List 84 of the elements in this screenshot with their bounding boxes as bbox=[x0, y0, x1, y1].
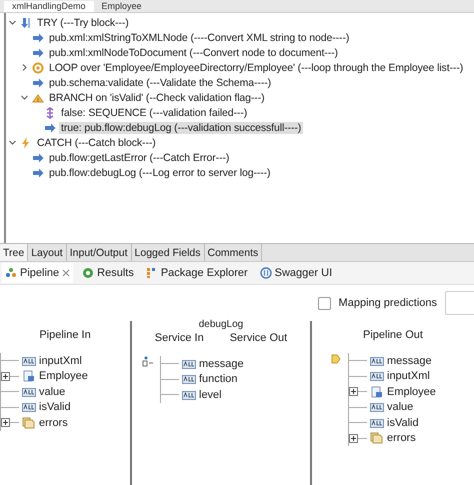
string-field-icon bbox=[370, 370, 384, 382]
pane-title: Service In bbox=[154, 332, 204, 344]
document-list-icon bbox=[370, 432, 384, 444]
expand-box-icon[interactable] bbox=[349, 387, 358, 396]
braces-icon bbox=[260, 267, 272, 279]
field-name[interactable]: inputXml bbox=[39, 354, 82, 367]
editor-tab[interactable]: xmlHandlingDemo bbox=[4, 1, 94, 12]
view-tab[interactable]: Pipeline bbox=[2, 263, 74, 283]
field-name[interactable]: errors bbox=[387, 432, 416, 444]
flow-step[interactable]: false: SEQUENCE (---validation failed---) bbox=[59, 106, 250, 118]
expand-box-icon[interactable] bbox=[349, 434, 358, 443]
field-name[interactable]: value bbox=[39, 386, 66, 398]
editor-tab[interactable]: Tree bbox=[0, 244, 28, 261]
down-arrow-icon bbox=[20, 16, 32, 28]
right-arrow-icon bbox=[32, 32, 44, 44]
editor-tab[interactable]: Input/Output bbox=[66, 244, 132, 261]
branch-icon bbox=[32, 92, 44, 104]
right-arrow-icon bbox=[32, 166, 44, 178]
editor-tab[interactable]: Logged Fields bbox=[132, 244, 204, 261]
nodes-icon bbox=[5, 267, 17, 279]
string-field-icon bbox=[182, 358, 196, 370]
input-field[interactable] bbox=[445, 291, 474, 315]
input-signature-icon bbox=[142, 356, 154, 368]
right-arrow-icon bbox=[32, 46, 44, 58]
flow-step[interactable]: BRANCH on 'isValid' (--Check validation flag---) bbox=[47, 92, 266, 104]
pane-title: Pipeline In bbox=[39, 329, 91, 341]
checkbox[interactable] bbox=[318, 296, 331, 310]
flow-step[interactable]: LOOP over 'Employee/EmployeeDirectorry/Employee' (---loop through the Employee list---) bbox=[47, 62, 466, 74]
output-signature-icon bbox=[330, 353, 342, 365]
collapse-chevron-icon[interactable] bbox=[8, 18, 17, 27]
view-tab[interactable]: Package Explorer bbox=[142, 263, 251, 283]
view-tab[interactable]: Swagger UI bbox=[256, 263, 336, 283]
flow-step[interactable]: pub.xml:xmlNodeToDocument (---Convert node to document---) bbox=[47, 46, 340, 58]
field-name[interactable]: Employee bbox=[39, 370, 88, 382]
loop-icon bbox=[32, 62, 44, 74]
flow-step[interactable]: pub.schema:validate (---Validate the Schema----) bbox=[47, 76, 274, 88]
flow-step[interactable]: true: pub.flow:debugLog (---validation successfull----) bbox=[59, 122, 304, 134]
field-name[interactable]: Employee bbox=[387, 386, 436, 398]
expand-box-icon[interactable] bbox=[1, 372, 10, 381]
field-name[interactable]: isValid bbox=[39, 401, 71, 414]
field-name[interactable]: message bbox=[387, 354, 432, 367]
flow-step[interactable]: pub.flow:debugLog (---Log error to server log----) bbox=[47, 166, 272, 178]
field-name[interactable]: message bbox=[199, 358, 244, 370]
field-name[interactable]: isValid bbox=[387, 416, 419, 429]
right-arrow-icon bbox=[32, 152, 44, 164]
lightning-icon bbox=[20, 136, 32, 148]
collapse-chevron-icon[interactable] bbox=[8, 138, 17, 147]
editor-tab[interactable]: Comments bbox=[204, 244, 262, 261]
collapse-chevron-icon[interactable] bbox=[20, 93, 29, 102]
string-field-icon bbox=[22, 386, 36, 398]
flow-step[interactable]: pub.xml:xmlStringToXMLNode (----Convert XML string to node----) bbox=[47, 32, 352, 44]
field-name[interactable]: function bbox=[199, 373, 238, 386]
right-arrow-icon bbox=[44, 122, 56, 134]
pane-title: Pipeline Out bbox=[363, 329, 423, 341]
sequence-icon bbox=[44, 106, 56, 118]
expand-chevron-icon[interactable] bbox=[20, 63, 29, 72]
checkbox-label: Mapping predictions bbox=[338, 297, 437, 309]
flow-step[interactable]: pub.flow:getLastError (---Catch Error---) bbox=[47, 152, 232, 164]
field-name[interactable]: errors bbox=[39, 416, 68, 429]
string-field-icon bbox=[182, 388, 196, 401]
package-icon bbox=[146, 267, 158, 279]
field-name[interactable]: inputXml bbox=[387, 370, 430, 382]
service-name: debugLog bbox=[198, 319, 244, 330]
pane-title: Service Out bbox=[230, 332, 288, 344]
flow-step[interactable]: TRY (---Try block---) bbox=[35, 16, 131, 28]
string-field-icon bbox=[370, 401, 384, 414]
string-field-icon bbox=[370, 416, 384, 429]
close-icon[interactable] bbox=[62, 269, 70, 277]
editor-tab[interactable]: Employee bbox=[94, 1, 150, 12]
expand-box-icon[interactable] bbox=[1, 418, 10, 428]
string-field-icon bbox=[370, 354, 384, 367]
string-field-icon bbox=[182, 373, 196, 386]
string-field-icon bbox=[22, 354, 36, 367]
field-name[interactable]: level bbox=[199, 388, 222, 401]
results-icon bbox=[82, 267, 94, 279]
document-field-icon bbox=[22, 370, 36, 382]
document-field-icon bbox=[370, 386, 384, 398]
field-name[interactable]: value bbox=[387, 401, 414, 414]
editor-tab[interactable]: Layout bbox=[28, 244, 67, 261]
string-field-icon bbox=[22, 401, 36, 414]
document-list-icon bbox=[22, 416, 36, 429]
flow-step[interactable]: CATCH (---Catch block---) bbox=[35, 136, 158, 148]
right-arrow-icon bbox=[32, 76, 44, 88]
view-tab[interactable]: Results bbox=[79, 263, 137, 283]
